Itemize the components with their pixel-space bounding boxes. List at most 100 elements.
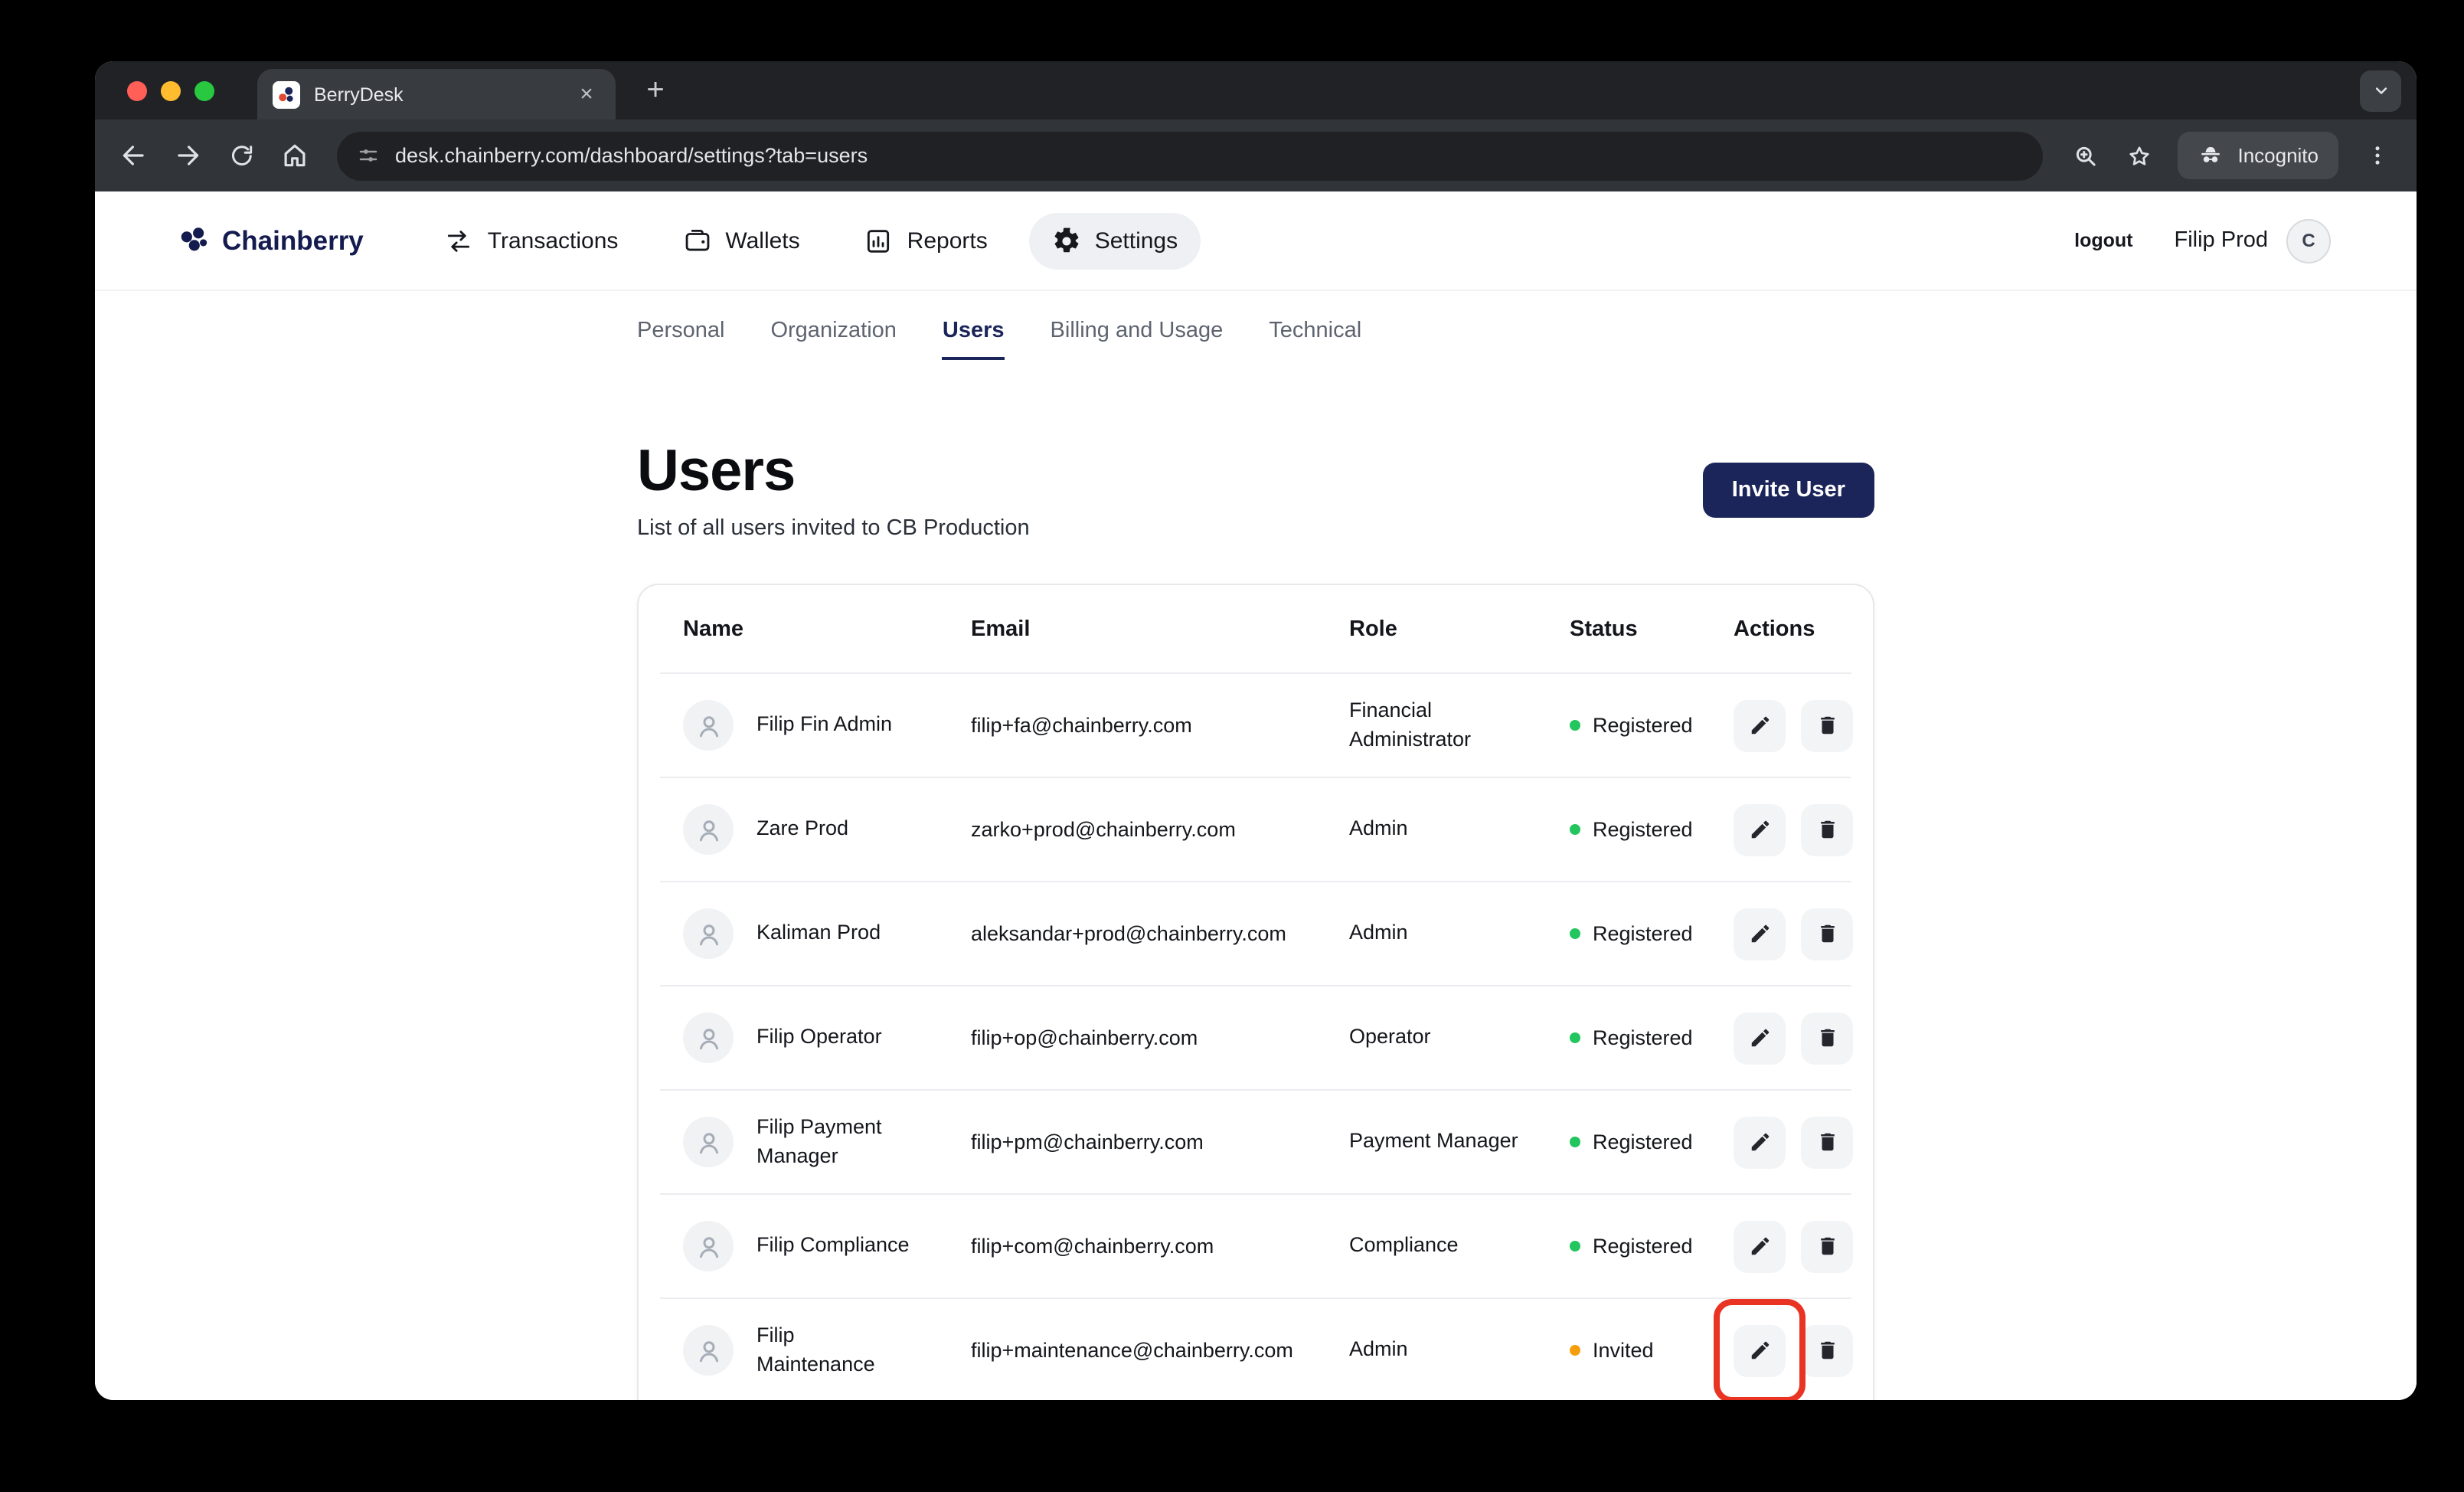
tab-billing-and-usage[interactable]: Billing and Usage bbox=[1051, 319, 1224, 360]
back-arrow-icon bbox=[119, 141, 149, 170]
trash-icon bbox=[1815, 922, 1838, 945]
actions-cell bbox=[1734, 1324, 1853, 1376]
star-icon bbox=[2125, 142, 2152, 169]
browser-tab[interactable]: BerryDesk × bbox=[257, 69, 616, 119]
role-text: Admin bbox=[1349, 815, 1570, 844]
status-text: Registered bbox=[1593, 714, 1693, 737]
delete-user-button[interactable] bbox=[1801, 908, 1853, 960]
nav-item-settings[interactable]: Settings bbox=[1029, 212, 1201, 269]
status-text: Registered bbox=[1593, 818, 1693, 841]
pencil-icon bbox=[1748, 922, 1771, 945]
status-dot bbox=[1570, 1241, 1580, 1252]
nav-item-transactions[interactable]: Transactions bbox=[422, 212, 642, 269]
delete-user-button[interactable] bbox=[1801, 1324, 1853, 1376]
delete-user-button[interactable] bbox=[1801, 1012, 1853, 1064]
browser-menu-button[interactable] bbox=[2352, 130, 2403, 181]
user-avatar bbox=[683, 908, 734, 959]
user-avatar bbox=[683, 1325, 734, 1376]
status-badge: Invited bbox=[1570, 1339, 1734, 1362]
person-icon bbox=[694, 1128, 722, 1156]
table-row: Filip Compliance filip+com@chainberry.co… bbox=[660, 1193, 1851, 1297]
trash-icon bbox=[1815, 714, 1838, 737]
person-icon bbox=[694, 712, 722, 739]
delete-user-button[interactable] bbox=[1801, 699, 1853, 751]
nav-label: Transactions bbox=[488, 227, 619, 254]
table-row: Kaliman Prod aleksandar+prod@chainberry.… bbox=[660, 881, 1851, 985]
tab-users[interactable]: Users bbox=[943, 319, 1005, 360]
nav-item-reports[interactable]: Reports bbox=[841, 212, 1011, 269]
reload-icon bbox=[227, 142, 255, 169]
column-header-name: Name bbox=[683, 617, 971, 641]
back-button[interactable] bbox=[109, 130, 159, 181]
close-window-button[interactable] bbox=[127, 80, 147, 100]
user-avatar bbox=[683, 700, 734, 751]
tab-organization[interactable]: Organization bbox=[770, 319, 896, 360]
tab-personal[interactable]: Personal bbox=[637, 319, 724, 360]
status-dot bbox=[1570, 1345, 1580, 1356]
minimize-window-button[interactable] bbox=[161, 80, 181, 100]
logout-button[interactable]: logout bbox=[2074, 230, 2132, 251]
tab-search-chevron-button[interactable] bbox=[2360, 70, 2401, 111]
user-avatar bbox=[683, 1221, 734, 1271]
name-cell: Filip Payment Manager bbox=[683, 1114, 971, 1170]
edit-user-button[interactable] bbox=[1734, 803, 1786, 856]
reports-icon bbox=[864, 226, 894, 255]
person-icon bbox=[694, 1232, 722, 1260]
delete-user-button[interactable] bbox=[1801, 1220, 1853, 1272]
forward-button[interactable] bbox=[162, 130, 213, 181]
address-bar[interactable]: desk.chainberry.com/dashboard/settings?t… bbox=[337, 131, 2043, 180]
zoom-button[interactable] bbox=[2060, 130, 2110, 181]
status-text: Registered bbox=[1593, 1235, 1693, 1258]
status-dot bbox=[1570, 720, 1580, 731]
actions-cell bbox=[1734, 1220, 1853, 1272]
reload-button[interactable] bbox=[216, 130, 266, 181]
bookmark-button[interactable] bbox=[2113, 130, 2164, 181]
delete-user-button[interactable] bbox=[1801, 1116, 1853, 1168]
pencil-icon bbox=[1748, 1130, 1771, 1153]
invite-user-button[interactable]: Invite User bbox=[1703, 463, 1874, 518]
role-text: Financial Administrator bbox=[1349, 696, 1570, 754]
new-tab-button[interactable]: + bbox=[634, 69, 677, 112]
status-text: Registered bbox=[1593, 1130, 1693, 1153]
incognito-label: Incognito bbox=[2237, 144, 2319, 167]
edit-user-button[interactable] bbox=[1734, 1116, 1786, 1168]
email-text: aleksandar+prod@chainberry.com bbox=[971, 922, 1349, 945]
browser-toolbar: desk.chainberry.com/dashboard/settings?t… bbox=[95, 119, 2417, 191]
edit-user-button[interactable] bbox=[1734, 1220, 1786, 1272]
app-page: Chainberry Transactions Wallets Reports bbox=[95, 191, 2417, 1400]
user-avatar-chip[interactable]: C bbox=[2286, 218, 2331, 263]
status-dot bbox=[1570, 1137, 1580, 1147]
edit-user-button[interactable] bbox=[1734, 699, 1786, 751]
edit-user-button[interactable] bbox=[1734, 1324, 1786, 1376]
pencil-icon bbox=[1748, 1235, 1771, 1258]
actions-cell bbox=[1734, 908, 1853, 960]
email-text: filip+com@chainberry.com bbox=[971, 1235, 1349, 1258]
main-nav: Transactions Wallets Reports Settings bbox=[422, 212, 1201, 269]
edit-user-button[interactable] bbox=[1734, 908, 1786, 960]
tab-close-icon[interactable]: × bbox=[573, 80, 600, 108]
settings-content: Personal Organization Users Billing and … bbox=[637, 291, 1874, 1400]
maximize-window-button[interactable] bbox=[194, 80, 214, 100]
edit-user-button[interactable] bbox=[1734, 1012, 1786, 1064]
user-name-text: Kaliman Prod bbox=[757, 920, 881, 947]
incognito-icon bbox=[2198, 142, 2224, 169]
settings-tabs: Personal Organization Users Billing and … bbox=[637, 291, 1874, 360]
brand-logo[interactable]: Chainberry bbox=[178, 224, 364, 257]
user-avatar bbox=[683, 1013, 734, 1063]
status-badge: Registered bbox=[1570, 1130, 1734, 1153]
nav-item-wallets[interactable]: Wallets bbox=[659, 212, 822, 269]
tab-technical[interactable]: Technical bbox=[1269, 319, 1361, 360]
pencil-icon bbox=[1748, 818, 1771, 841]
role-text: Admin bbox=[1349, 1336, 1570, 1365]
user-name: Filip Prod bbox=[2175, 228, 2269, 253]
app-header: Chainberry Transactions Wallets Reports bbox=[95, 191, 2417, 291]
tab-title: BerryDesk bbox=[314, 83, 559, 105]
table-row: Filip Maintenance filip+maintenance@chai… bbox=[660, 1297, 1851, 1400]
table-row: Filip Payment Manager filip+pm@chainberr… bbox=[660, 1089, 1851, 1193]
incognito-badge: Incognito bbox=[2178, 132, 2338, 179]
user-name-text: Filip Payment Manager bbox=[757, 1114, 910, 1170]
delete-user-button[interactable] bbox=[1801, 803, 1853, 856]
home-button[interactable] bbox=[270, 130, 320, 181]
column-header-email: Email bbox=[971, 617, 1349, 641]
status-dot bbox=[1570, 928, 1580, 939]
